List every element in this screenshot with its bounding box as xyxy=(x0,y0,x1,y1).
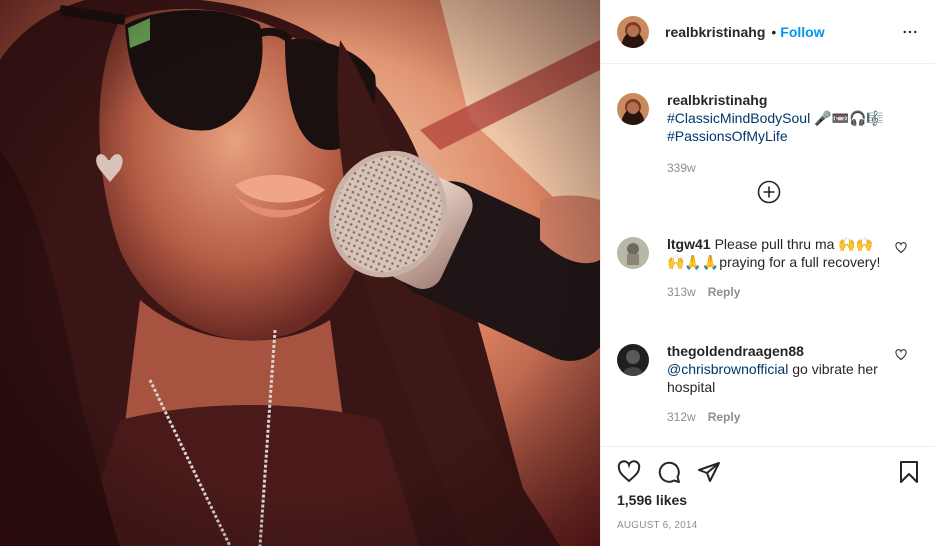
bookmark-icon[interactable] xyxy=(897,460,921,484)
comment-icon[interactable] xyxy=(657,460,681,484)
comment-time[interactable]: 312w xyxy=(667,408,696,426)
likes-count[interactable]: 1,596 likes xyxy=(617,492,687,508)
avatar-image xyxy=(617,344,649,376)
caption: realbkristinahg #ClassicMindBodySoul 🎤📼🎧… xyxy=(617,91,919,177)
post-image xyxy=(0,0,600,546)
more-horizontal-icon[interactable] xyxy=(901,23,919,41)
heart-outline-icon[interactable] xyxy=(895,349,907,361)
avatar-image xyxy=(617,93,649,125)
separator-dot: • xyxy=(771,23,777,40)
post-date[interactable]: AUGUST 6, 2014 xyxy=(617,520,697,531)
post-photo[interactable] xyxy=(0,0,600,546)
post-header: realbkristinahg • Follow xyxy=(601,0,935,64)
caption-time[interactable]: 339w xyxy=(667,159,696,177)
post-side-panel: realbkristinahg • Follow realbkristinahg xyxy=(600,0,935,546)
comment-username[interactable]: thegoldendraagen88 xyxy=(667,343,804,359)
comment-time[interactable]: 313w xyxy=(667,283,696,301)
comment-item: ltgw41 Please pull thru ma 🙌🙌🙌🙏🙏praying f… xyxy=(617,235,919,301)
avatar[interactable] xyxy=(617,93,649,125)
heart-icon[interactable] xyxy=(617,460,641,484)
add-circle-icon[interactable] xyxy=(757,180,781,204)
hashtag-link[interactable]: #PassionsOfMyLife xyxy=(667,128,788,144)
reply-button[interactable]: Reply xyxy=(708,283,741,301)
mention-link[interactable]: @chrisbrownofficial xyxy=(667,361,788,377)
avatar[interactable] xyxy=(617,237,649,269)
caption-emojis: 🎤📼🎧🎼 xyxy=(814,110,884,126)
comments-section: realbkristinahg #ClassicMindBodySoul 🎤📼🎧… xyxy=(601,65,935,446)
hashtag-link[interactable]: #ClassicMindBodySoul xyxy=(667,110,810,126)
comment-body: ltgw41 Please pull thru ma 🙌🙌🙌🙏🙏praying f… xyxy=(667,235,881,301)
avatar-image xyxy=(617,237,649,269)
share-icon[interactable] xyxy=(697,460,721,484)
follow-button[interactable]: Follow xyxy=(780,24,824,40)
post-dialog: realbkristinahg • Follow realbkristinahg xyxy=(0,0,935,546)
post-actions: 1,596 likes AUGUST 6, 2014 xyxy=(601,446,935,546)
comment-username[interactable]: ltgw41 xyxy=(667,236,711,252)
comment-body: thegoldendraagen88 @chrisbrownofficial g… xyxy=(667,342,881,426)
header-username[interactable]: realbkristinahg xyxy=(665,24,765,40)
comment-item: thegoldendraagen88 @chrisbrownofficial g… xyxy=(617,342,919,426)
avatar[interactable] xyxy=(617,15,649,48)
avatar[interactable] xyxy=(617,344,649,376)
avatar-image xyxy=(617,15,649,48)
reply-button[interactable]: Reply xyxy=(708,408,741,426)
caption-username[interactable]: realbkristinahg xyxy=(667,92,767,108)
heart-outline-icon[interactable] xyxy=(895,242,907,254)
caption-body: realbkristinahg #ClassicMindBodySoul 🎤📼🎧… xyxy=(667,91,917,177)
